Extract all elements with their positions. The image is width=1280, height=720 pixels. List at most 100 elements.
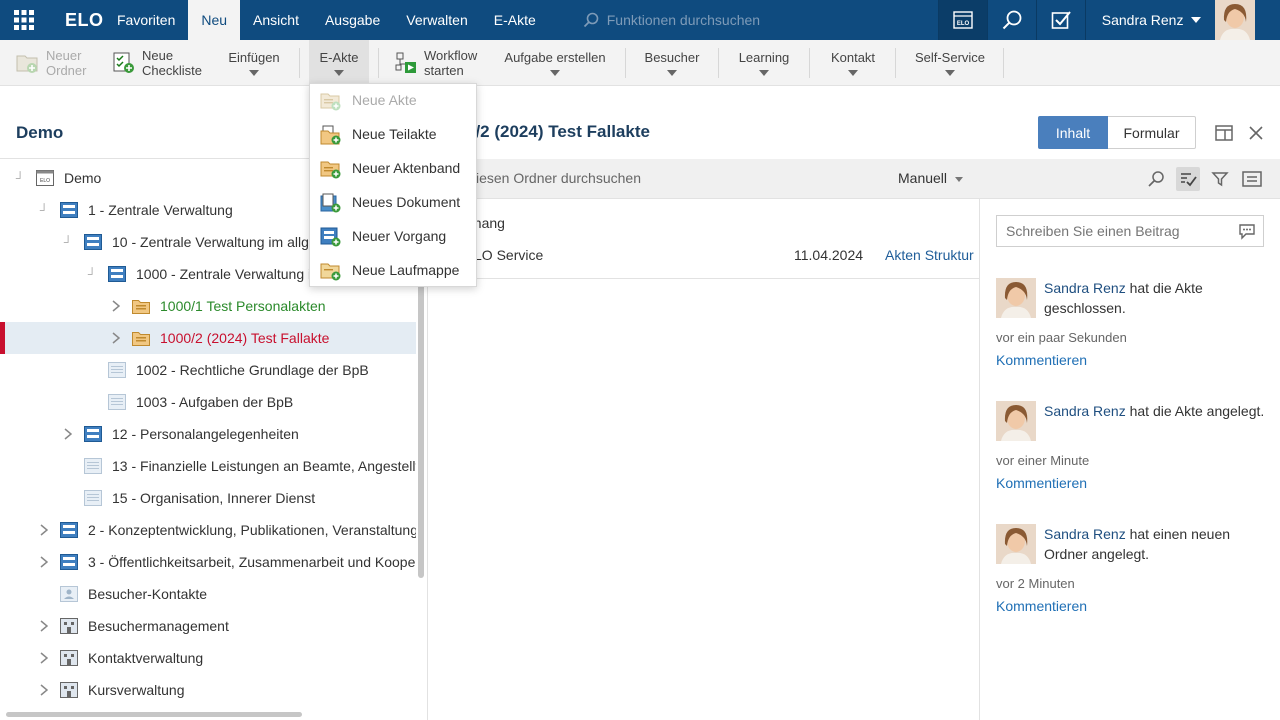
tree-item-1002[interactable]: 1002 - Rechtliche Grundlage der BpB	[0, 354, 416, 386]
view-toggle: Inhalt Formular	[1038, 116, 1196, 149]
tab-eakte[interactable]: E-Akte	[481, 0, 549, 40]
menu-item-neuer-aktenband[interactable]: Neuer Aktenband	[310, 152, 476, 186]
caret-down-icon	[848, 70, 858, 76]
feed-author[interactable]: Sandra Renz	[1044, 526, 1126, 542]
tree-line-icon: ┘	[87, 267, 97, 281]
comment-bubble-icon[interactable]	[1238, 222, 1256, 240]
tab-neu[interactable]: Neu	[188, 0, 241, 40]
ribbon-separator	[378, 48, 379, 78]
menu-item-neue-laufmappe[interactable]: Neue Laufmappe	[310, 254, 476, 288]
tree-item-label: 12 - Personalangelegenheiten	[112, 426, 299, 442]
start-workflow-button[interactable]: Workflow starten	[394, 40, 477, 86]
visitor-label: Besucher	[644, 50, 700, 65]
details-list-icon[interactable]	[1242, 169, 1262, 189]
create-task-dropdown[interactable]: Aufgabe erstellen	[503, 40, 607, 86]
search-icon[interactable]	[1146, 169, 1166, 189]
chevron-right-icon[interactable]	[38, 524, 50, 536]
new-folder-button[interactable]: Neuer Ordner	[16, 40, 86, 86]
chevron-right-icon[interactable]	[110, 300, 122, 312]
learning-dropdown[interactable]: Learning	[735, 40, 793, 86]
feed-time: vor ein paar Sekunden	[996, 330, 1127, 345]
selfservice-dropdown[interactable]: Self-Service	[912, 40, 988, 86]
user-menu[interactable]: Sandra Renz	[1084, 0, 1216, 40]
tree-item-15[interactable]: 15 - Organisation, Innerer Dienst	[0, 482, 416, 514]
menu-item-neue-akte[interactable]: Neue Akte	[310, 84, 476, 118]
tree-item-2[interactable]: 2 - Konzeptentwicklung, Publikationen, V…	[0, 514, 416, 546]
ribbon-toolbar: Neuer Ordner Neue Checkliste Einfügen E-Ak…	[0, 40, 1280, 86]
tab-ausgabe[interactable]: Ausgabe	[312, 0, 393, 40]
filter-icon[interactable]	[1210, 169, 1230, 189]
menu-item-label: Neuer Vorgang	[352, 228, 447, 244]
feed-author[interactable]: Sandra Renz	[1044, 280, 1126, 296]
tree-item-besucher-kontakte[interactable]: Besucher-Kontakte	[0, 578, 416, 610]
tree-item-besuchermanagement[interactable]: Besuchermanagement	[0, 610, 416, 642]
folder-search-bar[interactable]: iesen Ordner durchsuchen Manuell	[428, 159, 1280, 199]
menu-item-neuer-vorgang[interactable]: Neuer Vorgang	[310, 220, 476, 254]
feed-author[interactable]: Sandra Renz	[1044, 403, 1126, 419]
row-name: LO Service	[474, 247, 544, 263]
sort-select[interactable]: Manuell	[898, 170, 947, 186]
folder-search-placeholder: iesen Ordner durchsuchen	[476, 170, 641, 186]
visitor-dropdown[interactable]: Besucher	[642, 40, 702, 86]
app-grid-icon[interactable]	[0, 0, 48, 40]
new-checklist-button[interactable]: Neue Checkliste	[112, 40, 202, 86]
tree-item-label: 1000/2 (2024) Test Fallakte	[160, 330, 330, 346]
chevron-right-icon[interactable]	[38, 620, 50, 632]
document-icon	[108, 394, 126, 410]
comment-link[interactable]: Kommentieren	[996, 598, 1087, 614]
workflow-icon	[395, 52, 416, 73]
tab-favoriten[interactable]: Favoriten	[104, 0, 188, 40]
chevron-right-icon[interactable]	[62, 428, 74, 440]
tree-line-icon: ┘	[39, 203, 49, 217]
insert-dropdown[interactable]: Einfügen	[226, 40, 282, 86]
chevron-right-icon[interactable]	[38, 684, 50, 696]
search-button[interactable]	[986, 0, 1036, 40]
menu-item-neue-teilakte[interactable]: Neue Teilakte	[310, 118, 476, 152]
tree-item-label: 10 - Zentrale Verwaltung im allge	[112, 234, 317, 250]
comment-link[interactable]: Kommentieren	[996, 475, 1087, 491]
table-row[interactable]: LO Service 11.04.2024 Akten Struktur	[428, 239, 979, 279]
layout-toggle-icon[interactable]	[1215, 124, 1233, 142]
tab-ansicht[interactable]: Ansicht	[240, 0, 312, 40]
create-task-label: Aufgabe erstellen	[504, 50, 606, 65]
tree-item-1003[interactable]: 1003 - Aufgaben der BpB	[0, 386, 416, 418]
tab-inhalt[interactable]: Inhalt	[1038, 116, 1108, 149]
comment-link[interactable]: Kommentieren	[996, 352, 1087, 368]
menu-item-label: Neue Teilakte	[352, 126, 437, 142]
tree-item-label: Besuchermanagement	[88, 618, 229, 634]
contact-dropdown[interactable]: Kontakt	[826, 40, 880, 86]
new-circulation-folder-icon	[320, 263, 341, 281]
tree-item-kursverwaltung[interactable]: Kursverwaltung	[0, 674, 416, 706]
tree-item-3[interactable]: 3 - Öffentlichkeitsarbeit, Zusammenarbei…	[0, 546, 416, 578]
elo-archive-button[interactable]: ELO	[937, 0, 987, 40]
tasks-button[interactable]	[1035, 0, 1085, 40]
cabinet-icon	[108, 266, 126, 282]
eakte-dropdown[interactable]: E-Akte	[309, 40, 369, 86]
tree-item-12[interactable]: 12 - Personalangelegenheiten	[0, 418, 416, 450]
new-document-icon	[320, 193, 341, 213]
checklist-view-icon[interactable]	[1176, 167, 1200, 191]
row-structure-link[interactable]: Akten Struktur	[885, 247, 974, 263]
caret-down-icon	[955, 177, 963, 182]
menu-item-neues-dokument[interactable]: Neues Dokument	[310, 186, 476, 220]
tree-item-1000-2[interactable]: 1000/2 (2024) Test Fallakte	[0, 322, 416, 354]
tree-item-kontaktverwaltung[interactable]: Kontaktverwaltung	[0, 642, 416, 674]
tree-item-1000-1[interactable]: 1000/1 Test Personalakten	[0, 290, 416, 322]
tree-item-13[interactable]: 13 - Finanzielle Leistungen an Beamte, A…	[0, 450, 416, 482]
eakte-label: E-Akte	[319, 50, 359, 65]
chevron-right-icon[interactable]	[110, 332, 122, 344]
feed-post-input[interactable]	[996, 215, 1264, 247]
contact-label: Kontakt	[830, 50, 876, 65]
user-avatar[interactable]	[1215, 0, 1256, 40]
ribbon-separator	[1003, 48, 1004, 78]
insert-label: Einfügen	[228, 50, 280, 65]
close-icon[interactable]	[1247, 124, 1265, 142]
tree-horizontal-scrollbar[interactable]	[6, 712, 302, 717]
tree-item-label: 1000/1 Test Personalakten	[160, 298, 326, 314]
chevron-right-icon[interactable]	[38, 556, 50, 568]
function-search[interactable]: Funktionen durchsuchen	[583, 0, 938, 40]
tab-formular[interactable]: Formular	[1108, 116, 1196, 149]
ribbon-separator	[625, 48, 626, 78]
tab-verwalten[interactable]: Verwalten	[393, 0, 480, 40]
chevron-right-icon[interactable]	[38, 652, 50, 664]
